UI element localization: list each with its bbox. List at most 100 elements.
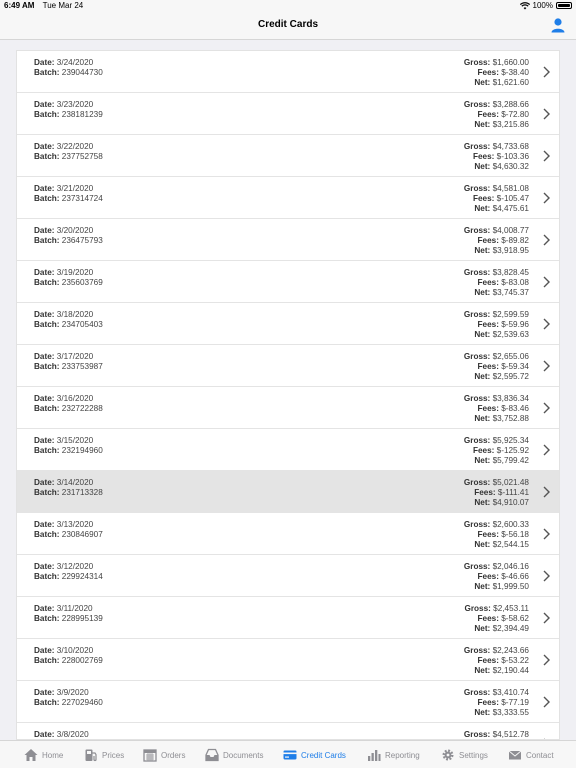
batch-row[interactable]: Date: 3/21/2020 Batch: 237314724 Gross: … xyxy=(17,177,559,219)
batch-date: Date: 3/19/2020 xyxy=(34,268,103,278)
batch-label: Batch: xyxy=(34,572,60,581)
fees-label: Fees: xyxy=(477,362,499,371)
status-time: 6:49 AM xyxy=(4,1,35,10)
gross-label: Gross: xyxy=(463,730,491,739)
fees-label: Fees: xyxy=(473,446,495,455)
battery-percent: 100% xyxy=(532,1,553,10)
gross-amount: Gross: $2,453.11 xyxy=(465,604,530,614)
batch-amounts: Gross: $4,512.78 Fees: Net: xyxy=(463,730,529,739)
gross-value: $3,410.74 xyxy=(492,688,529,697)
batch-row[interactable]: Date: 3/23/2020 Batch: 238181239 Gross: … xyxy=(17,93,559,135)
batch-date: Date: 3/18/2020 xyxy=(34,310,103,320)
net-label: Net: xyxy=(474,162,491,171)
batch-label: Batch: xyxy=(34,194,60,203)
tab-contact[interactable]: Contact xyxy=(508,748,554,762)
date-value: 3/20/2020 xyxy=(56,226,94,235)
gross-amount: Gross: $3,288.66 xyxy=(464,100,529,110)
tab-label: Credit Cards xyxy=(301,750,346,760)
date-label: Date: xyxy=(34,394,55,403)
date-value: 3/17/2020 xyxy=(56,352,94,361)
batch-info: Date: 3/17/2020 Batch: 233753987 xyxy=(34,352,103,372)
fees-label: Fees: xyxy=(477,698,499,707)
chevron-right-icon xyxy=(543,402,550,414)
batch-row[interactable]: Date: 3/24/2020 Batch: 239044730 Gross: … xyxy=(17,51,559,93)
user-profile-icon[interactable] xyxy=(550,17,566,33)
gross-value: $2,600.33 xyxy=(492,520,529,529)
batch-amounts: Gross: $5,925.34 Fees: $-125.92 Net: $5,… xyxy=(464,436,529,466)
credit-card-batch-list[interactable]: Date: 3/24/2020 Batch: 239044730 Gross: … xyxy=(16,50,560,740)
batch-row[interactable]: Date: 3/14/2020 Batch: 231713328 Gross: … xyxy=(17,471,559,513)
date-label: Date: xyxy=(34,58,55,67)
batch-value: 235603769 xyxy=(61,278,103,287)
gross-amount: Gross: $2,655.06 xyxy=(464,352,529,362)
batch-info: Date: 3/8/2020 Batch: xyxy=(34,730,89,739)
net-label: Net: xyxy=(474,372,491,381)
batch-row[interactable]: Date: 3/9/2020 Batch: 227029460 Gross: $… xyxy=(17,681,559,723)
batch-label: Batch: xyxy=(34,320,60,329)
fees-amount: Fees: $-83.08 xyxy=(464,278,529,288)
net-amount: Net: $5,799.42 xyxy=(464,456,529,466)
fees-value: $-59.34 xyxy=(501,362,529,371)
batch-row[interactable]: Date: 3/20/2020 Batch: 236475793 Gross: … xyxy=(17,219,559,261)
tab-label: Documents xyxy=(223,750,264,760)
fees-amount: Fees: $-53.22 xyxy=(464,656,529,666)
batch-number: Batch: 236475793 xyxy=(34,236,103,246)
net-amount: Net: $2,544.15 xyxy=(464,540,529,550)
batch-info: Date: 3/10/2020 Batch: 228002769 xyxy=(34,646,103,666)
batch-number: Batch: 227029460 xyxy=(34,698,103,708)
date-value: 3/18/2020 xyxy=(56,310,94,319)
batch-number: Batch: 232194960 xyxy=(34,446,103,456)
batch-row[interactable]: Date: 3/22/2020 Batch: 237752758 Gross: … xyxy=(17,135,559,177)
tab-credit-cards[interactable]: Credit Cards xyxy=(283,748,346,762)
gross-label: Gross: xyxy=(463,100,491,109)
batch-row[interactable]: Date: 3/17/2020 Batch: 233753987 Gross: … xyxy=(17,345,559,387)
batch-label: Batch: xyxy=(34,236,60,245)
chevron-right-icon xyxy=(543,150,550,162)
batch-row[interactable]: Date: 3/11/2020 Batch: 228995139 Gross: … xyxy=(17,597,559,639)
batch-row[interactable]: Date: 3/12/2020 Batch: 229924314 Gross: … xyxy=(17,555,559,597)
fees-value: $-38.40 xyxy=(501,68,529,77)
gross-amount: Gross: $5,021.48 xyxy=(464,478,529,488)
batch-row[interactable]: Date: 3/15/2020 Batch: 232194960 Gross: … xyxy=(17,429,559,471)
fees-value: $-58.62 xyxy=(501,614,529,623)
batch-row[interactable]: Date: 3/16/2020 Batch: 232722288 Gross: … xyxy=(17,387,559,429)
batch-row[interactable]: Date: 3/19/2020 Batch: 235603769 Gross: … xyxy=(17,261,559,303)
net-amount: Net: $4,910.07 xyxy=(464,498,529,508)
fees-amount: Fees: $-89.82 xyxy=(464,236,529,246)
fees-value: $-53.22 xyxy=(501,656,529,665)
tab-prices[interactable]: Prices xyxy=(84,748,124,762)
net-value: $3,333.55 xyxy=(492,708,529,717)
gross-value: $4,008.77 xyxy=(492,226,529,235)
batch-row[interactable]: Date: 3/18/2020 Batch: 234705403 Gross: … xyxy=(17,303,559,345)
batch-date: Date: 3/16/2020 xyxy=(34,394,103,404)
status-right: 100% xyxy=(519,1,572,10)
chevron-right-icon xyxy=(543,276,550,288)
batch-row[interactable]: Date: 3/10/2020 Batch: 228002769 Gross: … xyxy=(17,639,559,681)
date-label: Date: xyxy=(34,184,55,193)
tab-reporting[interactable]: Reporting xyxy=(367,748,420,762)
batch-info: Date: 3/16/2020 Batch: 232722288 xyxy=(34,394,103,414)
navigation-bar: Credit Cards xyxy=(0,12,576,40)
net-label: Net: xyxy=(474,414,491,423)
fees-amount: Fees: $-103.36 xyxy=(464,152,529,162)
gross-amount: Gross: $2,599.59 xyxy=(464,310,529,320)
net-value: $2,394.49 xyxy=(492,624,529,633)
batch-label: Batch: xyxy=(34,656,60,665)
batch-row[interactable]: Date: 3/8/2020 Batch: Gross: $4,512.78 F… xyxy=(17,723,559,739)
net-amount: Net: $1,621.60 xyxy=(464,78,529,88)
batch-number: Batch: 237752758 xyxy=(34,152,103,162)
date-value: 3/21/2020 xyxy=(56,184,94,193)
batch-row[interactable]: Date: 3/13/2020 Batch: 230846907 Gross: … xyxy=(17,513,559,555)
fees-value: $-56.18 xyxy=(501,530,529,539)
batch-amounts: Gross: $3,828.45 Fees: $-83.08 Net: $3,7… xyxy=(464,268,529,298)
gross-label: Gross: xyxy=(463,184,491,193)
batch-number: Batch: 228002769 xyxy=(34,656,103,666)
batch-value: 228002769 xyxy=(61,656,103,665)
tab-documents[interactable]: Documents xyxy=(205,748,263,762)
fees-value: $-105.47 xyxy=(496,194,529,203)
tab-home[interactable]: Home xyxy=(24,748,63,762)
tab-settings[interactable]: Settings xyxy=(441,748,488,762)
fees-label: Fees: xyxy=(473,194,495,203)
fees-value: $-83.46 xyxy=(501,404,529,413)
tab-orders[interactable]: Orders xyxy=(143,748,185,762)
